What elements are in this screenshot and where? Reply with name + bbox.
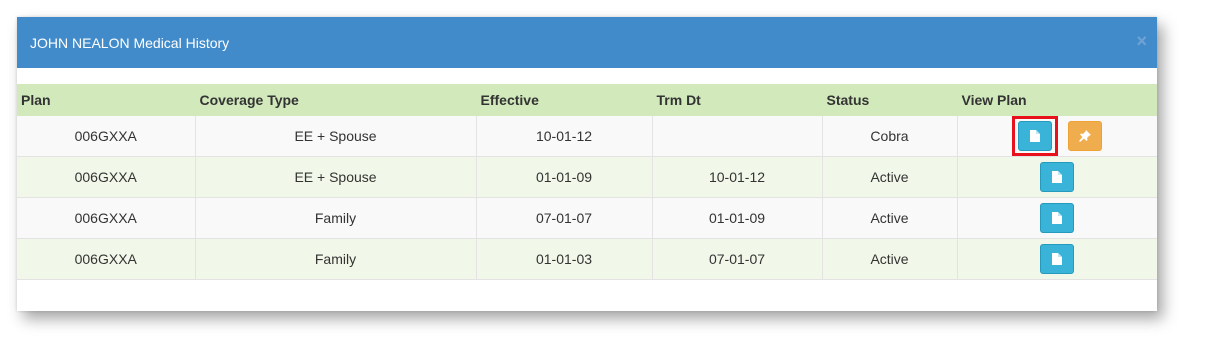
- view-plan-button[interactable]: [1040, 203, 1075, 233]
- cell-trm-dt: [652, 116, 823, 157]
- view-plan-button[interactable]: [1040, 244, 1075, 274]
- table-row: 006GXXA Family 07-01-07 01-01-09 Active: [17, 197, 1157, 239]
- column-header-effective: Effective: [476, 84, 653, 116]
- cell-view-plan: [957, 116, 1157, 157]
- highlight-box: [1012, 116, 1059, 156]
- cell-plan: 006GXXA: [17, 156, 196, 198]
- cell-view-plan: [957, 197, 1157, 239]
- cell-trm-dt: 01-01-09: [652, 197, 823, 239]
- table-row: 006GXXA EE + Spouse 01-01-09 10-01-12 Ac…: [17, 156, 1157, 198]
- cell-effective: 07-01-07: [476, 197, 653, 239]
- column-header-view-plan: View Plan: [957, 84, 1157, 116]
- cell-trm-dt: 07-01-07: [652, 238, 823, 280]
- cell-effective: 01-01-09: [476, 156, 653, 198]
- table-row: 006GXXA Family 01-01-03 07-01-07 Active: [17, 238, 1157, 280]
- cell-status: Active: [822, 197, 958, 239]
- modal-title: JOHN NEALON Medical History: [30, 35, 230, 51]
- pin-button[interactable]: [1068, 121, 1103, 151]
- column-header-trm-dt: Trm Dt: [652, 84, 823, 116]
- cell-view-plan: [957, 238, 1157, 280]
- file-icon: [1052, 253, 1063, 265]
- column-header-coverage-type: Coverage Type: [195, 84, 477, 116]
- file-icon: [1030, 130, 1041, 142]
- view-plan-button[interactable]: [1040, 162, 1075, 192]
- cell-plan: 006GXXA: [17, 238, 196, 280]
- close-button[interactable]: ×: [1136, 31, 1147, 51]
- view-plan-button[interactable]: [1018, 121, 1053, 151]
- file-icon: [1052, 171, 1063, 183]
- column-header-status: Status: [822, 84, 958, 116]
- cell-effective: 10-01-12: [476, 116, 653, 157]
- pushpin-icon: [1079, 130, 1092, 142]
- cell-coverage-type: Family: [195, 238, 477, 280]
- table-header-row: Plan Coverage Type Effective Trm Dt Stat…: [17, 84, 1157, 116]
- file-icon: [1052, 212, 1063, 224]
- cell-coverage-type: EE + Spouse: [195, 116, 477, 157]
- cell-view-plan: [957, 156, 1157, 198]
- cell-status: Active: [822, 238, 958, 280]
- cell-coverage-type: EE + Spouse: [195, 156, 477, 198]
- cell-plan: 006GXXA: [17, 197, 196, 239]
- cell-effective: 01-01-03: [476, 238, 653, 280]
- table-row: 006GXXA EE + Spouse 10-01-12 Cobra: [17, 116, 1157, 157]
- column-header-plan: Plan: [17, 84, 196, 116]
- cell-trm-dt: 10-01-12: [652, 156, 823, 198]
- cell-status: Cobra: [822, 116, 958, 157]
- cell-plan: 006GXXA: [17, 116, 196, 157]
- medical-history-modal: JOHN NEALON Medical History × Plan Cover…: [17, 17, 1157, 311]
- cell-coverage-type: Family: [195, 197, 477, 239]
- cell-status: Active: [822, 156, 958, 198]
- modal-header: JOHN NEALON Medical History ×: [17, 17, 1157, 68]
- medical-history-table: Plan Coverage Type Effective Trm Dt Stat…: [17, 84, 1157, 280]
